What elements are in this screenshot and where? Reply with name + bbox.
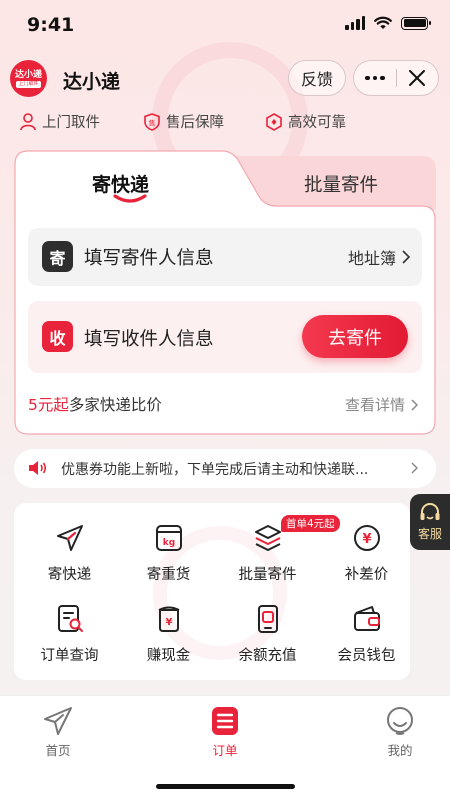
close-button[interactable] <box>397 61 439 95</box>
price-from: 5元起 <box>28 396 69 414</box>
service-member-wallet[interactable]: 会员钱包 <box>317 604 410 674</box>
service-label: 订单查询 <box>40 648 99 664</box>
sender-info-row[interactable]: 寄 填写寄件人信息 地址簿 <box>28 228 422 286</box>
status-icons <box>345 16 431 30</box>
person-icon <box>20 112 36 130</box>
shield-icon: 售 <box>144 112 160 131</box>
service-send-express[interactable]: 寄快递 <box>20 523 119 593</box>
customer-service-label: 客服 <box>417 526 442 541</box>
feature-pickup: 上门取件 <box>20 111 100 132</box>
nav-home-label: 首页 <box>45 743 71 758</box>
services-grid: 寄快递 kg 寄重货 批量寄件 ¥ 补差价 首单4元起 订单查询 ¥ 赚现金 余… <box>14 503 410 680</box>
more-dots-icon <box>365 75 385 81</box>
service-label: 余额充值 <box>238 648 297 664</box>
feedback-button[interactable]: 反馈 <box>288 60 346 96</box>
paper-plane-icon <box>44 707 72 735</box>
app-logo: 达小递 上门取件 <box>10 60 47 97</box>
svg-text:kg: kg <box>163 538 175 548</box>
nav-profile[interactable]: 我的 <box>360 706 440 759</box>
receiver-label: 填写收件人信息 <box>84 329 214 350</box>
chevron-right-icon <box>411 398 418 411</box>
feature-guarantee: 售 售后保障 <box>144 111 224 132</box>
price-compare: 5元起多家快递比价 <box>28 393 162 415</box>
logo-subtext: 上门取件 <box>16 80 41 88</box>
nav-orders[interactable]: 订单 <box>185 706 265 759</box>
service-heavy-cargo[interactable]: kg 寄重货 <box>119 523 218 593</box>
status-bar: 9:41 <box>0 0 450 52</box>
go-send-button[interactable]: 去寄件 <box>302 315 408 358</box>
svg-text:售: 售 <box>149 118 156 127</box>
details-label: 查看详情 <box>344 396 405 414</box>
paper-plane-icon <box>57 525 83 551</box>
svg-text:¥: ¥ <box>166 617 173 628</box>
notice-text: 优惠券功能上新啦，下单完成后请主动和快递联... <box>61 462 369 478</box>
battery-icon <box>401 16 431 30</box>
wifi-icon <box>374 16 392 29</box>
wallet-icon <box>354 606 380 631</box>
address-book-label: 地址簿 <box>347 249 396 268</box>
service-label: 补差价 <box>344 567 389 583</box>
phone-recharge-icon <box>258 605 278 633</box>
nav-profile-label: 我的 <box>387 743 413 758</box>
chevron-right-icon <box>411 462 418 474</box>
app-header: 达小递 上门取件 达小递 反馈 <box>0 58 450 104</box>
svg-text:¥: ¥ <box>362 532 371 547</box>
yuan-circle-icon: ¥ <box>354 525 380 551</box>
home-indicator <box>156 784 295 789</box>
customer-service-button[interactable]: 客服 <box>410 494 450 550</box>
close-icon <box>409 70 426 86</box>
address-book-link[interactable]: 地址簿 <box>348 245 410 269</box>
feature-label: 高效可靠 <box>288 115 346 131</box>
service-label: 寄重货 <box>146 567 191 583</box>
view-details-link[interactable]: 查看详情 <box>345 394 418 415</box>
stack-icon <box>255 525 281 551</box>
profile-face-icon <box>387 707 413 735</box>
feature-label: 上门取件 <box>42 115 100 131</box>
logo-text: 达小递 <box>14 69 42 80</box>
sender-badge: 寄 <box>42 241 73 272</box>
send-card: 寄快递 批量寄件 寄 填写寄件人信息 地址簿 收 填写收件人信息 去寄件 5元起… <box>14 150 436 435</box>
speaker-icon <box>29 461 47 475</box>
service-balance-recharge[interactable]: 余额充值 <box>218 604 317 674</box>
promo-tag: 首单4元起 <box>281 515 340 532</box>
status-time: 9:41 <box>27 14 75 36</box>
feature-reliable: 高效可靠 <box>266 111 346 132</box>
receiver-info-row[interactable]: 收 填写收件人信息 去寄件 <box>28 301 422 373</box>
service-label: 寄快递 <box>47 567 92 583</box>
diamond-shield-icon <box>266 112 282 131</box>
service-order-query[interactable]: 订单查询 <box>20 604 119 674</box>
compare-text: 多家快递比价 <box>68 396 162 414</box>
feature-label: 售后保障 <box>166 115 224 131</box>
service-label: 批量寄件 <box>238 567 297 583</box>
nav-orders-label: 订单 <box>212 743 238 758</box>
tab-batch-send[interactable]: 批量寄件 <box>304 171 378 197</box>
tab-active-indicator <box>113 194 147 203</box>
order-list-icon <box>212 707 238 735</box>
features-row: 上门取件 售 售后保障 高效可靠 <box>0 111 450 137</box>
service-label: 赚现金 <box>146 648 191 664</box>
headset-icon <box>420 502 440 520</box>
service-label: 会员钱包 <box>337 648 396 664</box>
service-earn-cash[interactable]: ¥ 赚现金 <box>119 604 218 674</box>
mini-program-capsule <box>353 60 439 96</box>
notice-bar[interactable]: 优惠券功能上新啦，下单完成后请主动和快递联... <box>14 449 436 488</box>
service-batch-send[interactable]: 批量寄件 <box>218 523 317 593</box>
chevron-right-icon <box>402 250 410 264</box>
app-name: 达小递 <box>63 71 121 93</box>
service-price-diff[interactable]: ¥ 补差价 <box>317 523 410 593</box>
nav-home[interactable]: 首页 <box>18 706 98 759</box>
signal-icon <box>345 16 365 30</box>
sender-label: 填写寄件人信息 <box>84 248 214 269</box>
more-button[interactable] <box>354 61 396 95</box>
receiver-badge: 收 <box>42 321 73 352</box>
money-jar-icon: ¥ <box>158 606 180 632</box>
scale-kg-icon: kg <box>156 525 182 551</box>
order-search-icon <box>58 605 83 632</box>
